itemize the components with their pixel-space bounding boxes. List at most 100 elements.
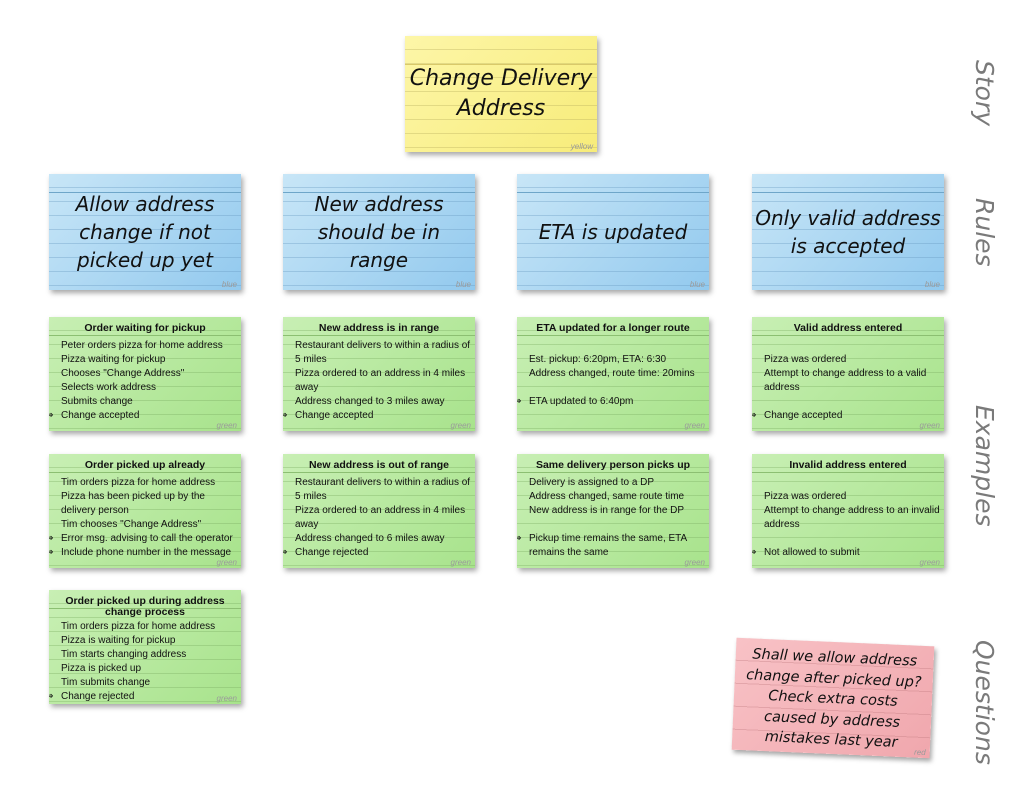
rule-text: New address should be in range [283,190,475,274]
step-text: Address changed to 6 miles away [295,533,445,544]
example-step: •New address is in range for the DP [521,504,705,518]
arrow-icon: ⇒ [752,547,757,558]
bullet-icon: • [53,353,61,367]
row-label-rules: Rules [970,198,999,267]
step-text: Pizza is picked up [61,663,142,674]
color-tag: green [216,558,237,567]
example-steps: •Tim orders pizza for home address•Pizza… [49,476,237,560]
example-title: New address is in range [318,322,440,334]
color-tag: yellow [570,142,593,151]
example-step: •Address changed to 3 miles away [287,395,471,409]
rule-card[interactable]: New address should be in range blue [283,174,475,290]
example-outcome: ⇒ Pickup time remains the same, ETA remai… [517,532,705,560]
color-tag: blue [221,280,237,289]
example-card[interactable]: Same delivery person picks up•Delivery i… [517,454,709,568]
step-text: Pizza is waiting for pickup [61,635,176,646]
spacer [521,381,705,395]
color-tag: green [216,694,237,703]
question-card[interactable]: Shall we allow address change after pick… [731,637,935,759]
example-step: •Tim chooses "Change Address" [53,518,237,532]
step-text: Address changed, same route time [529,491,685,502]
example-step: •Selects work address [53,381,237,395]
step-text: Address changed, route time: 20mins [529,368,695,379]
example-card[interactable]: Valid address entered •Pizza was ordered•… [752,317,944,431]
example-steps: •Restaurant delivers to within a radius … [283,339,471,423]
step-text: Include phone number in the message [61,547,232,558]
rule-card[interactable]: Allow address change if not picked up ye… [49,174,241,290]
step-text: Selects work address [61,382,157,393]
arrow-icon: ⇒ [517,396,522,407]
example-title: ETA updated for a longer route [536,322,690,334]
step-text: Tim chooses "Change Address" [61,519,202,530]
bullet-icon: • [53,648,61,662]
bullet-icon: • [53,367,61,381]
story-card[interactable]: Change Delivery Address yellow [405,36,597,152]
arrow-icon: ⇒ [517,533,522,544]
arrow-icon: ⇒ [49,691,54,702]
rule-text: Allow address change if not picked up ye… [49,190,241,274]
step-text: Tim starts changing address [61,649,187,660]
story-title-line: Address [456,96,546,121]
example-title: Order picked up already [84,459,206,471]
step-text: Pickup time remains the same, ETA remain… [529,533,687,558]
color-tag: green [684,558,705,567]
row-label-questions: Questions [970,640,999,765]
example-step: •Address changed to 6 miles away [287,532,471,546]
step-text: Tim orders pizza for home address [61,621,216,632]
example-steps: •Tim orders pizza for home address•Pizza… [49,620,237,704]
rule-card[interactable]: ETA is updated blue [517,174,709,290]
example-outcome: ⇒ Change rejected [49,690,237,704]
color-tag: blue [924,280,940,289]
color-tag: green [450,421,471,430]
row-label-story: Story [970,60,999,127]
example-card[interactable]: New address is out of range•Restaurant d… [283,454,475,568]
example-step: •Attempt to change address to an invalid… [756,504,940,532]
step-text: Peter orders pizza for home address [61,340,223,351]
bullet-icon: • [287,504,295,518]
rule-line: is accepted [790,234,906,258]
example-title: Valid address entered [793,322,903,334]
example-outcome: ⇒ Change accepted [283,409,471,423]
example-card[interactable]: Order picked up during address change pr… [49,590,241,704]
example-outcome: ⇒ Include phone number in the message [49,546,237,560]
example-outcome: ⇒ ETA updated to 6:40pm [517,395,705,409]
step-text: Chooses "Change Address" [61,368,185,379]
bullet-icon: • [287,476,295,490]
color-tag: green [216,421,237,430]
step-text: Delivery is assigned to a DP [529,477,655,488]
example-outcome: ⇒ Change accepted [49,409,237,423]
step-text: Pizza waiting for pickup [61,354,166,365]
color-tag: red [913,747,926,758]
example-card[interactable]: Invalid address entered •Pizza was ordere… [752,454,944,568]
example-step: •Tim submits change [53,676,237,690]
step-text: Attempt to change address to an invalid … [764,505,940,530]
step-text: Pizza was ordered [764,491,847,502]
example-title: Invalid address entered [789,459,907,471]
example-step: •Restaurant delivers to within a radius … [287,339,471,367]
arrow-icon: ⇒ [283,410,288,421]
example-step: •Pizza ordered to an address in 4 miles … [287,367,471,395]
example-card[interactable]: New address is in range •Restaurant deliv… [283,317,475,431]
arrow-icon: ⇒ [49,410,54,421]
example-title: Same delivery person picks up [535,459,691,471]
step-text: Pizza has been picked up by the delivery… [61,491,205,516]
rule-card[interactable]: Only valid address is accepted blue [752,174,944,290]
example-card[interactable]: Order picked up already •Tim orders pizza… [49,454,241,568]
example-step: •Pizza was ordered [756,353,940,367]
bullet-icon: • [53,339,61,353]
step-text: Submits change [61,396,133,407]
step-text: Change rejected [61,691,135,702]
bullet-icon: • [287,339,295,353]
bullet-icon: • [53,634,61,648]
example-step: •Pizza ordered to an address in 4 miles … [287,504,471,532]
step-text: Restaurant delivers to within a radius o… [295,340,471,365]
rule-line: range [349,248,409,272]
example-card[interactable]: Order waiting for pickup•Peter orders pi… [49,317,241,431]
bullet-icon: • [756,353,764,367]
example-outcome: ⇒ Not allowed to submit [752,546,940,560]
example-card[interactable]: ETA updated for a longer route •Est. pick… [517,317,709,431]
rule-line: Allow address [75,192,215,216]
example-title: Order picked up during address change pr… [65,595,225,618]
step-text: Attempt to change address to a valid add… [764,368,927,393]
example-title: New address is out of range [308,459,450,471]
